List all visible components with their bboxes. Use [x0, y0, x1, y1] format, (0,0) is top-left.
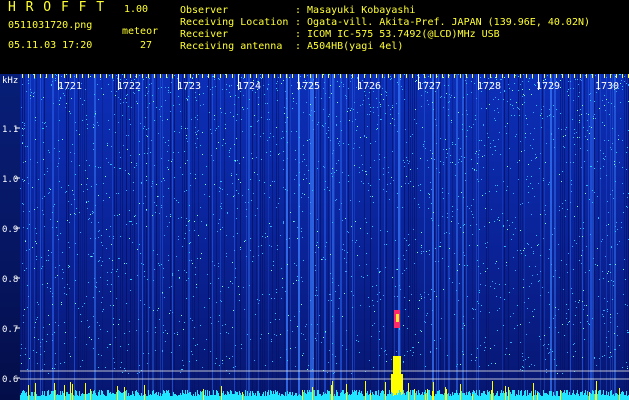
info-label-location: Receiving Location — [180, 17, 289, 28]
info-value-receiver: : ICOM IC-575 53.7492(@LCD)MHz USB — [295, 29, 500, 40]
time-label: 1729 — [536, 81, 560, 92]
time-label: 1723 — [177, 81, 201, 92]
y-tick-label: 0.9 — [2, 225, 18, 235]
y-tick-label: 1.1 — [2, 125, 18, 135]
y-tick-label: 1.0 — [2, 175, 18, 185]
info-value-observer: : Masayuki Kobayashi — [295, 5, 416, 16]
time-label: 1724 — [237, 81, 261, 92]
time-label: 1726 — [357, 81, 381, 92]
time-label: 1730 — [595, 81, 619, 92]
info-label-antenna: Receiving antenna — [180, 41, 283, 52]
time-label: 1728 — [477, 81, 501, 92]
frequency-axis: kHz 1.1 1.0 0.9 0.8 0.7 0.6 — [0, 74, 20, 400]
time-label: 1727 — [417, 81, 441, 92]
time-label: 1722 — [117, 81, 141, 92]
axis-unit-label: kHz — [2, 76, 18, 86]
header-panel: H R O F F T 1.00 0511031720.png meteor 0… — [0, 0, 629, 74]
app-version: 1.00 — [124, 4, 149, 15]
y-tick-label: 0.6 — [2, 375, 18, 385]
info-label-observer: Observer — [180, 5, 229, 16]
time-label: 1725 — [296, 81, 320, 92]
capture-datetime: 05.11.03 17:20 — [8, 40, 93, 51]
meteor-label: meteor — [122, 26, 159, 37]
file-name: 0511031720.png — [8, 20, 93, 31]
app-name: H R O F F T — [8, 0, 106, 15]
y-tick-label: 0.8 — [2, 275, 18, 285]
y-tick-label: 0.7 — [2, 325, 18, 335]
info-label-receiver: Receiver — [180, 29, 229, 40]
spectrogram-plot: kHz 1.1 1.0 0.9 0.8 0.7 0.6 1721 1722 17… — [0, 74, 629, 400]
info-value-antenna: : A504HB(yagi 4el) — [295, 41, 404, 52]
meteor-count: 27 — [140, 40, 153, 51]
info-value-location: : Ogata-vill. Akita-Pref. JAPAN (139.96E… — [295, 17, 591, 28]
time-label: 1721 — [58, 81, 82, 92]
